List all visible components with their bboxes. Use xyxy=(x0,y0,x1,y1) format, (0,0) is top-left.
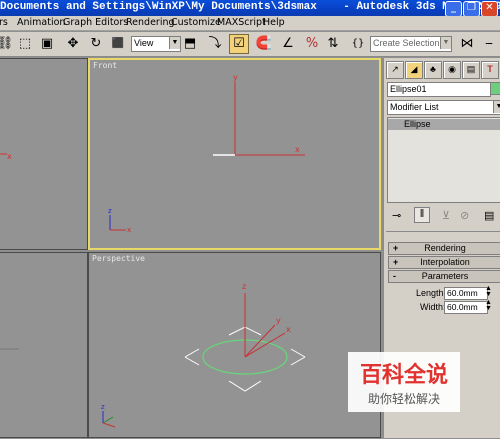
divider xyxy=(386,231,500,232)
configure-sets-icon[interactable]: ▤ xyxy=(484,209,494,222)
front-viewport-canvas: y x z x xyxy=(108,73,305,234)
viewport-perspective[interactable]: Perspective z x y z xyxy=(88,252,381,438)
menu-item-rendering[interactable]: Rendering xyxy=(126,17,175,28)
select-and-manipulate-icon[interactable]: ☑ xyxy=(229,34,249,54)
chevron-down-icon: ▼ xyxy=(440,37,451,49)
chevron-down-icon: ▼ xyxy=(169,37,180,49)
persp-x-label: x xyxy=(286,325,291,334)
length-spinner[interactable]: ▲ ▼ xyxy=(485,285,492,298)
make-unique-icon[interactable]: ⊻ xyxy=(442,209,450,222)
length-field[interactable]: 60.0mm xyxy=(444,287,488,300)
menu-item-customize-ui[interactable]: rs xyxy=(0,17,8,28)
restore-button[interactable]: ❐ xyxy=(463,1,480,17)
modifier-stack: Ellipse xyxy=(387,117,500,203)
region-select-icon[interactable]: ⬚ xyxy=(16,35,34,53)
rollout-parameters[interactable]: - Parameters xyxy=(388,270,500,283)
viewport-left[interactable] xyxy=(0,252,88,438)
scale-icon[interactable]: ⬛ xyxy=(109,35,127,53)
show-end-result-icon[interactable]: ‖ xyxy=(414,207,430,223)
perspective-viewport-canvas: z x y z xyxy=(101,282,306,428)
front-x-label: x xyxy=(295,145,300,154)
menu-item-maxscript[interactable]: MAXScript xyxy=(217,17,266,28)
axis-x-label: x xyxy=(7,152,12,161)
top-viewport-axes: x xyxy=(0,152,12,161)
snap-toggle-icon[interactable]: 🧲 xyxy=(255,35,273,53)
pivot-icon[interactable]: ⬒ xyxy=(181,35,199,53)
window-crossing-icon[interactable]: ▣ xyxy=(38,35,56,53)
modifier-list-dropdown[interactable]: Modifier List ▼ xyxy=(387,100,500,115)
title-bar: Documents and Settings\WinXP\My Document… xyxy=(0,0,500,17)
motion-tab-icon[interactable]: ◉ xyxy=(443,61,461,79)
spinner-snap-icon[interactable]: ⇅ xyxy=(324,35,342,53)
object-name-field[interactable]: Ellipse01 xyxy=(387,82,491,97)
rotate-icon[interactable]: ↻ xyxy=(87,35,105,53)
menu-bar: rs Animation Graph Editors Rendering Cus… xyxy=(0,16,500,31)
width-label: Width: xyxy=(420,302,446,312)
reference-coord-value: View xyxy=(134,38,154,48)
object-color-swatch[interactable] xyxy=(490,82,500,95)
menu-item-animation[interactable]: Animation xyxy=(17,17,65,28)
menu-item-help[interactable]: Help xyxy=(263,17,285,28)
remove-modifier-icon[interactable]: ⊘ xyxy=(460,209,469,222)
width-field[interactable]: 60.0mm xyxy=(444,301,488,314)
reference-coord-dropdown[interactable]: View ▼ xyxy=(131,36,181,52)
create-tab-icon[interactable]: ↗ xyxy=(386,61,404,79)
viewport-front[interactable]: Front y x z x xyxy=(88,58,381,250)
front-y-label: y xyxy=(233,73,238,82)
modifier-list-label: Modifier List xyxy=(390,102,439,112)
front-tripod-z: z xyxy=(108,207,112,215)
main-toolbar: ⛓ ⬚ ▣ ✥ ↻ ⬛ View ▼ ⬒ ⤵ ☑ 🧲 ∠ % ⇅ {} Crea… xyxy=(0,32,500,57)
percent-snap-icon[interactable]: % xyxy=(303,35,321,53)
manipulate-icon[interactable]: ⤵ xyxy=(206,35,224,53)
move-icon[interactable]: ✥ xyxy=(64,35,82,53)
hierarchy-tab-icon[interactable]: ♣ xyxy=(424,61,442,79)
persp-y-label: y xyxy=(276,316,281,325)
watermark-title: 百科全说 xyxy=(359,363,448,388)
menu-item-graph-editors[interactable]: Graph Editors xyxy=(63,17,128,28)
chevron-down-icon: ▼ xyxy=(493,101,500,113)
left-viewport-axes xyxy=(0,348,19,350)
angle-snap-icon[interactable]: ∠ xyxy=(279,35,297,53)
menu-item-customize[interactable]: Customize xyxy=(171,17,221,28)
width-spinner[interactable]: ▲ ▼ xyxy=(485,299,492,312)
link-icon[interactable]: ⛓ xyxy=(0,35,14,53)
length-label: Length: xyxy=(416,288,447,298)
align-icon[interactable]: ⎯ xyxy=(480,35,498,53)
modifier-stack-item-ellipse[interactable]: Ellipse xyxy=(388,119,500,130)
edit-named-selection-icon[interactable]: {} xyxy=(349,35,367,53)
utilities-tab-icon[interactable]: T xyxy=(481,61,499,79)
mirror-icon[interactable]: ⋈ xyxy=(458,35,476,53)
rollout-interpolation-title: Interpolation xyxy=(420,257,470,267)
pin-stack-icon[interactable]: ⊸ xyxy=(392,209,401,222)
rollout-parameters-title: Parameters xyxy=(421,271,469,281)
viewport-top[interactable]: x xyxy=(0,58,88,250)
minimize-button[interactable]: _ xyxy=(445,1,462,17)
front-tripod-x: x xyxy=(127,226,131,234)
rollout-rendering-title: Rendering xyxy=(424,243,466,253)
persp-z-label: z xyxy=(242,282,246,291)
display-tab-icon[interactable]: ▤ xyxy=(462,61,480,79)
rollout-interpolation[interactable]: + Interpolation xyxy=(388,256,500,269)
persp-tripod-z: z xyxy=(101,403,105,411)
window-title: Documents and Settings\WinXP\My Document… xyxy=(0,1,500,13)
named-selection-set-input[interactable]: Create Selection Set ▼ xyxy=(370,36,452,52)
rollout-rendering[interactable]: + Rendering xyxy=(388,242,500,255)
close-button[interactable]: ✕ xyxy=(481,1,498,17)
watermark-subtitle: 助你轻松解决 xyxy=(367,392,440,406)
watermark: 百科全说 助你轻松解决 xyxy=(348,352,460,412)
modify-tab-icon[interactable]: ◢ xyxy=(405,61,423,79)
